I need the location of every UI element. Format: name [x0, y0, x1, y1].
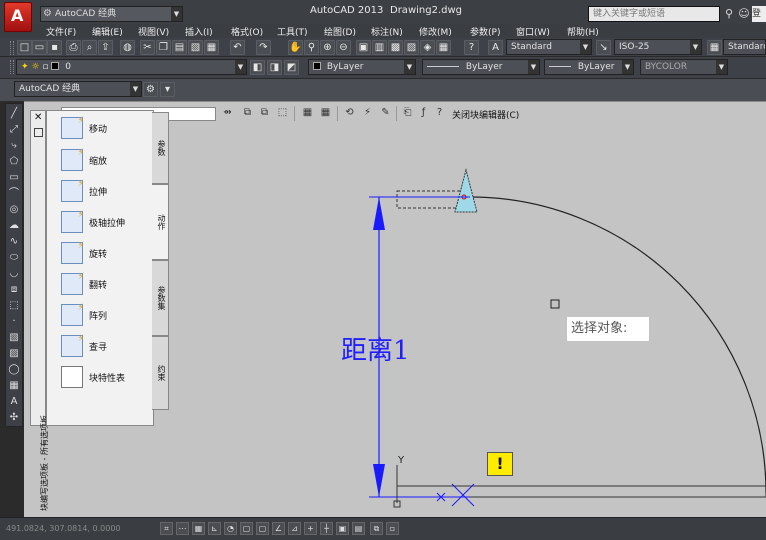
selection-cycling-icon[interactable]: ⧉	[370, 522, 383, 535]
warning-icon[interactable]: !	[487, 452, 513, 476]
palette-action-array[interactable]: ⚡ 阵列	[59, 302, 155, 330]
palette-action-label: 阵列	[89, 312, 108, 322]
transparency-icon[interactable]: ▣	[336, 522, 349, 535]
baseline-entity[interactable]	[396, 485, 766, 498]
tab-actions[interactable]: 动作	[152, 184, 169, 260]
construction-line-icon[interactable]: ⤢	[7, 123, 21, 137]
palette-action-label: 翻转	[89, 281, 108, 291]
palette-action-label: 拉伸	[89, 188, 108, 198]
make-block-icon[interactable]: ⬚	[7, 299, 21, 313]
polar-stretch-action-icon: ⚡	[61, 210, 84, 233]
multiline-text-icon[interactable]: A	[7, 395, 21, 409]
line-icon[interactable]: ╱	[7, 107, 21, 121]
add-selected-icon[interactable]: ✣	[7, 411, 21, 425]
palette-action-polar-stretch[interactable]: ⚡ 极轴拉伸	[59, 209, 155, 237]
dimension-arrow-top	[373, 197, 385, 230]
table-icon[interactable]: ▦	[7, 379, 21, 393]
circle-icon[interactable]: ◎	[7, 203, 21, 217]
ucs-y-label: Y	[398, 455, 405, 466]
polar-tracking-icon[interactable]: ◔	[224, 522, 237, 535]
palette-action-label: 极轴拉伸	[89, 219, 126, 229]
palette-action-flip[interactable]: ⚡ 翻转	[59, 271, 155, 299]
distance-parameter-label[interactable]: 距离1	[341, 330, 410, 367]
palette-properties-icon[interactable]	[34, 128, 43, 137]
ellipse-arc-icon[interactable]: ◡	[7, 267, 21, 281]
polygon-icon[interactable]: ⬠	[7, 155, 21, 169]
rotate-action-icon: ⚡	[61, 241, 84, 264]
palette-action-move[interactable]: ⚡ 移动	[59, 115, 155, 143]
stretch-action-icon: ⚡	[61, 179, 84, 202]
palette-action-scale[interactable]: ⚡ 缩放	[59, 147, 155, 175]
ellipse-icon[interactable]: ⬭	[7, 251, 21, 265]
tab-label: 参数	[157, 140, 166, 156]
grid-display-icon[interactable]: ▦	[192, 522, 205, 535]
flip-action-icon: ⚡	[61, 272, 84, 295]
tab-label: 约束	[157, 365, 166, 381]
palette-title-text: 块编写选项板 - 所有选项板	[40, 415, 49, 511]
infer-constraints-icon[interactable]: ⌗	[160, 522, 173, 535]
tab-label: 参数集	[157, 286, 166, 310]
annotation-monitor-icon[interactable]: ▫	[386, 522, 399, 535]
app-logo-letter: A	[11, 6, 24, 25]
draw-toolbar: ╱ ⤢ ⤷ ⬠ ▭ ⌒ ◎ ☁ ∿ ⬭ ◡ ⧈ ⬚ · ▧ ▨ ◯ ▦ A ✣	[5, 103, 23, 427]
application-menu-button[interactable]: A	[4, 2, 32, 32]
palette-action-label: 查寻	[89, 343, 108, 353]
move-action-icon: ⚡	[61, 116, 84, 139]
palette-action-block-table[interactable]: 块特性表	[59, 364, 155, 392]
arc-entity[interactable]	[469, 196, 766, 494]
snap-mode-icon[interactable]: ⋯	[176, 522, 189, 535]
object-snap-tracking-icon[interactable]: ∠	[272, 522, 285, 535]
palette-action-label: 块特性表	[89, 374, 126, 384]
tab-parameters[interactable]: 参数	[152, 112, 169, 184]
palette-title-strip: ✕ 块编写选项板 - 所有选项板	[30, 110, 49, 511]
insert-block-icon[interactable]: ⧈	[7, 283, 21, 297]
lineweight-toggle-icon[interactable]: ┼	[320, 522, 333, 535]
gradient-icon[interactable]: ▨	[7, 347, 21, 361]
hatch-icon[interactable]: ▧	[7, 331, 21, 345]
close-icon[interactable]: ✕	[34, 112, 42, 123]
palette-tabs: 参数 动作 参数集 约束	[152, 112, 169, 412]
polyline-icon[interactable]: ⤷	[7, 139, 21, 153]
object-snap-icon[interactable]: ▢	[240, 522, 253, 535]
array-action-icon: ⚡	[61, 303, 84, 326]
command-prompt-tooltip: 选择对象:	[567, 317, 649, 341]
revision-cloud-icon[interactable]: ☁	[7, 219, 21, 233]
palette-title: 块编写选项板 - 所有选项板	[32, 291, 49, 521]
tab-label: 动作	[157, 214, 166, 230]
palette-action-label: 旋转	[89, 250, 108, 260]
pickbox-cursor	[550, 299, 560, 309]
point-icon[interactable]: ·	[7, 315, 21, 329]
coordinate-readout: 491.0824, 307.0814, 0.0000	[6, 524, 121, 533]
palette-action-rotate[interactable]: ⚡ 旋转	[59, 240, 155, 268]
scale-action-icon: ⚡	[61, 148, 84, 171]
3d-osnap-icon[interactable]: ▢	[256, 522, 269, 535]
spline-icon[interactable]: ∿	[7, 235, 21, 249]
palette-action-lookup[interactable]: ⚡ 查寻	[59, 333, 155, 361]
palette-action-label: 移动	[89, 125, 108, 135]
rectangle-icon[interactable]: ▭	[7, 171, 21, 185]
selection-rectangle[interactable]	[396, 190, 464, 209]
dimension-arrow-bottom	[373, 464, 385, 497]
palette-action-stretch[interactable]: ⚡ 拉伸	[59, 178, 155, 206]
block-authoring-palette: ⚡ 移动 ⚡ 缩放 ⚡ 拉伸 ⚡ 极轴拉伸 ⚡ 旋转 ⚡ 翻转 ⚡ 阵列 ⚡ 查…	[46, 110, 154, 426]
region-icon[interactable]: ◯	[7, 363, 21, 377]
ortho-mode-icon[interactable]: ⊾	[208, 522, 221, 535]
ucs-dynamic-icon[interactable]: ⊿	[288, 522, 301, 535]
dynamic-input-icon[interactable]: +	[304, 522, 317, 535]
lookup-action-icon: ⚡	[61, 334, 84, 357]
palette-action-label: 缩放	[89, 157, 108, 167]
block-table-icon	[61, 366, 83, 388]
x-marker	[451, 483, 475, 507]
quick-properties-icon[interactable]: ▤	[352, 522, 365, 535]
tab-constraints[interactable]: 约束	[152, 336, 169, 410]
arc-icon[interactable]: ⌒	[7, 187, 21, 201]
status-bar: 491.0824, 307.0814, 0.0000 ⌗ ⋯ ▦ ⊾ ◔ ▢ ▢…	[0, 517, 766, 540]
tab-parameter-sets[interactable]: 参数集	[152, 260, 169, 336]
